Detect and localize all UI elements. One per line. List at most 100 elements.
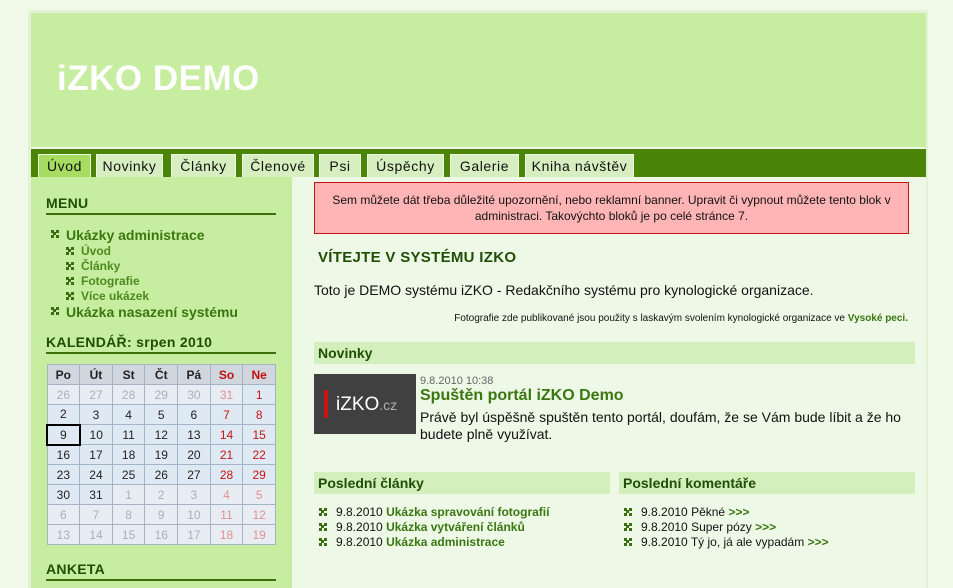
calendar-day[interactable]: 25 <box>111 464 146 485</box>
calendar-day[interactable]: 19 <box>144 444 179 465</box>
comment-link[interactable]: >>> <box>808 535 829 549</box>
calendar-day[interactable]: 12 <box>144 424 179 445</box>
calendar-weekday: Pá <box>177 364 211 385</box>
calendar-day[interactable]: 8 <box>111 504 146 525</box>
calendar-weekday: St <box>111 364 146 385</box>
comment-item: 9.8.2010 Super pózy >>> <box>619 520 776 534</box>
calendar-day[interactable]: 22 <box>242 444 276 465</box>
calendar-day[interactable]: 12 <box>242 504 276 525</box>
calendar-day[interactable]: 17 <box>79 444 113 465</box>
calendar-day[interactable]: 3 <box>79 404 113 425</box>
article-link[interactable]: Ukázka spravování fotografií <box>386 505 549 519</box>
tab-kniha-navstev[interactable]: Kniha návštěv <box>525 154 634 177</box>
calendar-day[interactable]: 18 <box>209 524 244 545</box>
main-content: Sem můžete dát třeba důležité upozornění… <box>292 177 926 588</box>
calendar-day[interactable]: 10 <box>177 504 211 525</box>
calendar-day[interactable]: 15 <box>242 424 276 445</box>
calendar-day[interactable]: 18 <box>111 444 146 465</box>
calendar-day[interactable]: 24 <box>79 464 113 485</box>
calendar-day[interactable]: 4 <box>111 404 146 425</box>
calendar-day[interactable]: 6 <box>46 504 81 525</box>
logo-bar <box>324 390 328 418</box>
calendar-day[interactable]: 17 <box>177 524 211 545</box>
calendar-day[interactable]: 14 <box>79 524 113 545</box>
article-item: 9.8.2010 Ukázka vytváření článků <box>314 520 525 534</box>
news-thumbnail[interactable]: iZKO.cz <box>314 374 416 434</box>
calendar-day[interactable]: 2 <box>46 404 81 425</box>
calendar-day[interactable]: 11 <box>111 424 146 445</box>
calendar-day[interactable]: 1 <box>242 384 276 405</box>
menu-item-ukazka-nasazeni[interactable]: Ukázka nasazení systému <box>51 304 238 320</box>
calendar-day[interactable]: 30 <box>177 384 211 405</box>
bullet-icon <box>51 307 59 315</box>
calendar-day[interactable]: 11 <box>209 504 244 525</box>
tab-clenove[interactable]: Členové <box>242 154 314 177</box>
calendar-day[interactable]: 7 <box>209 404 244 425</box>
bullet-icon <box>66 247 74 255</box>
calendar-day[interactable]: 4 <box>209 484 244 505</box>
tab-novinky[interactable]: Novinky <box>96 154 163 177</box>
articles-heading: Poslední články <box>314 472 610 494</box>
comment-link[interactable]: >>> <box>755 520 776 534</box>
tab-uspechy[interactable]: Úspěchy <box>367 154 444 177</box>
calendar-day[interactable]: 10 <box>79 424 113 445</box>
calendar-day[interactable]: 20 <box>177 444 211 465</box>
calendar-day[interactable]: 9 <box>46 423 81 446</box>
photo-credit-note: Fotografie zde publikované jsou použity … <box>454 313 908 324</box>
calendar-day[interactable]: 30 <box>46 484 81 505</box>
menu-item-ukazky-administrace[interactable]: Ukázky administrace <box>51 227 205 243</box>
calendar-day[interactable]: 9 <box>144 504 179 525</box>
article-link[interactable]: Ukázka administrace <box>386 535 505 549</box>
calendar-week: 23 24 25 26 27 28 29 <box>46 464 276 485</box>
calendar-day[interactable]: 31 <box>209 384 244 405</box>
calendar-day[interactable]: 5 <box>144 404 179 425</box>
welcome-heading: VÍTEJTE V SYSTÉMU IZKO <box>318 249 517 266</box>
bullet-icon <box>319 523 327 531</box>
calendar-day[interactable]: 16 <box>46 444 81 465</box>
calendar-day[interactable]: 28 <box>111 384 146 405</box>
calendar-day[interactable]: 13 <box>46 524 81 545</box>
calendar-day[interactable]: 3 <box>177 484 211 505</box>
bullet-icon <box>66 262 74 270</box>
calendar-day[interactable]: 28 <box>209 464 244 485</box>
bullet-icon <box>66 292 74 300</box>
calendar-day[interactable]: 23 <box>46 464 81 485</box>
calendar-day[interactable]: 21 <box>209 444 244 465</box>
calendar-day[interactable]: 27 <box>177 464 211 485</box>
calendar-day[interactable]: 2 <box>144 484 179 505</box>
calendar-day[interactable]: 14 <box>209 424 244 445</box>
submenu-item-clanky[interactable]: Články <box>66 259 120 273</box>
tab-uvod[interactable]: Úvod <box>38 154 91 177</box>
calendar-day[interactable]: 19 <box>242 524 276 545</box>
calendar-day[interactable]: 16 <box>144 524 179 545</box>
submenu-item-fotografie[interactable]: Fotografie <box>66 274 140 288</box>
comment-link[interactable]: >>> <box>728 505 749 519</box>
tab-galerie[interactable]: Galerie <box>450 154 519 177</box>
site-title[interactable]: iZKO DEMO <box>57 59 260 99</box>
calendar-day[interactable]: 15 <box>111 524 146 545</box>
calendar-day[interactable]: 6 <box>177 404 211 425</box>
photo-credit-link[interactable]: Vysoké peci. <box>848 313 908 324</box>
article-link[interactable]: Ukázka vytváření článků <box>386 520 525 534</box>
tab-psi[interactable]: Psi <box>319 154 361 177</box>
calendar-day[interactable]: 8 <box>242 404 276 425</box>
comment-item: 9.8.2010 Tý jo, já ale vypadám >>> <box>619 535 829 549</box>
calendar-day[interactable]: 26 <box>144 464 179 485</box>
news-title[interactable]: Spuštěn portál iZKO Demo <box>420 387 624 405</box>
izko-logo: iZKO.cz <box>336 394 398 415</box>
submenu-item-vice-ukazek[interactable]: Více ukázek <box>66 289 149 303</box>
calendar-day[interactable]: 13 <box>177 424 211 445</box>
calendar-day[interactable]: 29 <box>242 464 276 485</box>
calendar-day[interactable]: 1 <box>111 484 146 505</box>
calendar-day[interactable]: 29 <box>144 384 179 405</box>
comments-heading: Poslední komentáře <box>619 472 915 494</box>
comment-item: 9.8.2010 Pěkné >>> <box>619 505 749 519</box>
tab-clanky[interactable]: Články <box>171 154 236 177</box>
calendar-day[interactable]: 5 <box>242 484 276 505</box>
calendar-day[interactable]: 31 <box>79 484 113 505</box>
calendar-day[interactable]: 26 <box>46 384 81 405</box>
submenu-item-uvod[interactable]: Úvod <box>66 244 111 258</box>
calendar-day[interactable]: 27 <box>79 384 113 405</box>
calendar-day[interactable]: 7 <box>79 504 113 525</box>
bullet-icon <box>319 538 327 546</box>
